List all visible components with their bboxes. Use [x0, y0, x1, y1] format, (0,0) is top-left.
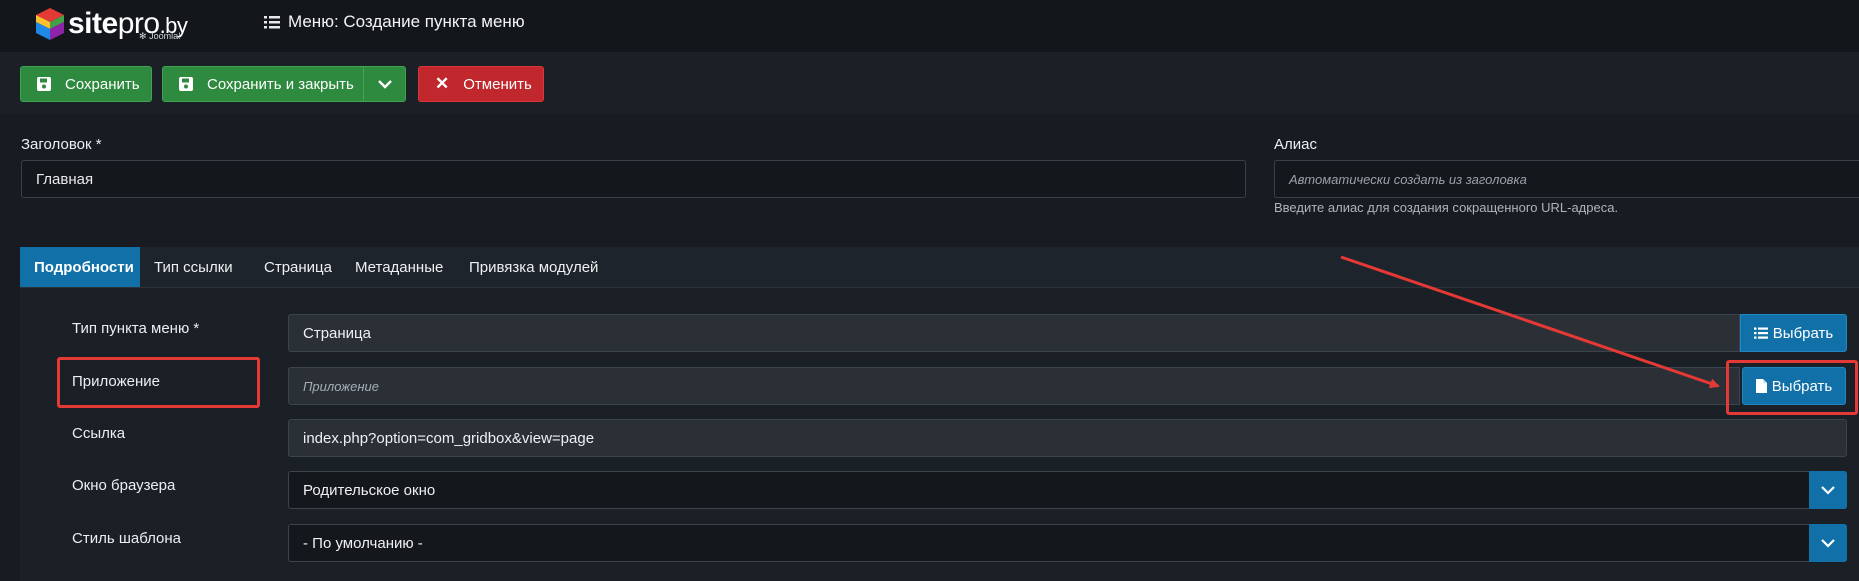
title-input-value: Главная — [36, 170, 94, 188]
menu-item-type-value: Страница — [303, 324, 371, 342]
top-bar: sitepro.by ✻ Joomla! Меню: Создание пунк… — [0, 0, 1859, 52]
title-label: Заголовок * — [21, 136, 102, 153]
alias-hint: Введите алиас для создания сокращенного … — [1274, 200, 1619, 215]
page-title: Меню: Создание пункта меню — [264, 12, 525, 32]
list-icon — [1753, 327, 1768, 339]
cancel-button-label: Отменить — [463, 75, 532, 93]
tab-details[interactable]: Подробности — [20, 247, 140, 287]
link-field: index.php?option=com_gridbox&view=page — [288, 419, 1847, 457]
tab-metadata[interactable]: Метаданные — [341, 247, 457, 287]
template-style-dropdown-button[interactable] — [1809, 524, 1847, 562]
annotation-highlight-application-label — [57, 357, 260, 408]
alias-input[interactable]: Автоматически создать из заголовка — [1274, 160, 1859, 198]
tab-link-type-label: Тип ссылки — [154, 258, 233, 276]
save-close-button-label: Сохранить и закрыть — [207, 75, 354, 93]
save-button[interactable]: Сохранить — [20, 66, 152, 102]
close-icon: ✕ — [435, 74, 450, 93]
page-title-text: Меню: Создание пункта меню — [288, 12, 525, 31]
title-alias-section: Заголовок * Главная Алиас Автоматически … — [0, 114, 1859, 247]
browser-window-select[interactable]: Родительское окно — [288, 471, 1847, 509]
list-icon — [264, 16, 280, 29]
tab-page-label: Страница — [264, 258, 332, 276]
tab-details-label: Подробности — [34, 258, 134, 276]
toolbar: Сохранить Сохранить и закрыть ✕ Отменить — [0, 52, 1859, 114]
tab-page[interactable]: Страница — [250, 247, 346, 287]
tab-link-type[interactable]: Тип ссылки — [140, 247, 247, 287]
sitepro-logo-icon — [36, 8, 64, 40]
tab-module-assignment-label: Привязка модулей — [469, 258, 599, 276]
joomla-mark: ✻ Joomla! — [139, 31, 181, 42]
browser-window-value: Родительское окно — [303, 481, 436, 499]
template-style-label: Стиль шаблона — [72, 530, 181, 547]
floppy-disk-icon — [37, 77, 51, 91]
joomla-label: Joomla! — [149, 31, 181, 41]
cancel-button[interactable]: ✕ Отменить — [418, 66, 544, 102]
chevron-down-icon — [378, 79, 392, 89]
link-label: Ссылка — [72, 425, 126, 442]
title-input[interactable]: Главная — [21, 160, 1246, 198]
select-menu-type-button[interactable]: Выбрать — [1740, 314, 1847, 352]
tab-module-assignment[interactable]: Привязка модулей — [455, 247, 612, 287]
browser-window-label: Окно браузера — [72, 477, 176, 494]
template-style-select[interactable]: - По умолчанию - — [288, 524, 1847, 562]
link-value: index.php?option=com_gridbox&view=page — [303, 429, 595, 447]
application-field: Приложение — [288, 367, 1740, 405]
save-close-button[interactable]: Сохранить и закрыть — [163, 67, 363, 101]
chevron-down-icon — [1821, 538, 1835, 548]
brand-name-part1: site — [68, 7, 118, 40]
select-menu-type-button-label: Выбрать — [1772, 324, 1834, 342]
browser-window-dropdown-button[interactable] — [1809, 471, 1847, 509]
application-placeholder: Приложение — [303, 378, 379, 394]
joomla-icon: ✻ — [139, 31, 147, 41]
tab-bar: Подробности Тип ссылки Страница Метаданн… — [20, 247, 1859, 287]
tab-metadata-label: Метаданные — [355, 258, 444, 276]
save-close-split-button: Сохранить и закрыть — [162, 66, 406, 102]
alias-input-placeholder: Автоматически создать из заголовка — [1289, 171, 1527, 187]
floppy-disk-icon — [179, 77, 193, 91]
menu-item-type-field: Страница — [288, 314, 1740, 352]
template-style-value: - По умолчанию - — [303, 534, 423, 552]
alias-label: Алиас — [1274, 136, 1317, 153]
save-button-label: Сохранить — [65, 75, 140, 93]
save-options-dropdown-button[interactable] — [364, 67, 406, 101]
menu-item-type-label: Тип пункта меню * — [72, 320, 200, 337]
annotation-highlight-select-button — [1726, 360, 1858, 415]
chevron-down-icon — [1821, 485, 1835, 495]
